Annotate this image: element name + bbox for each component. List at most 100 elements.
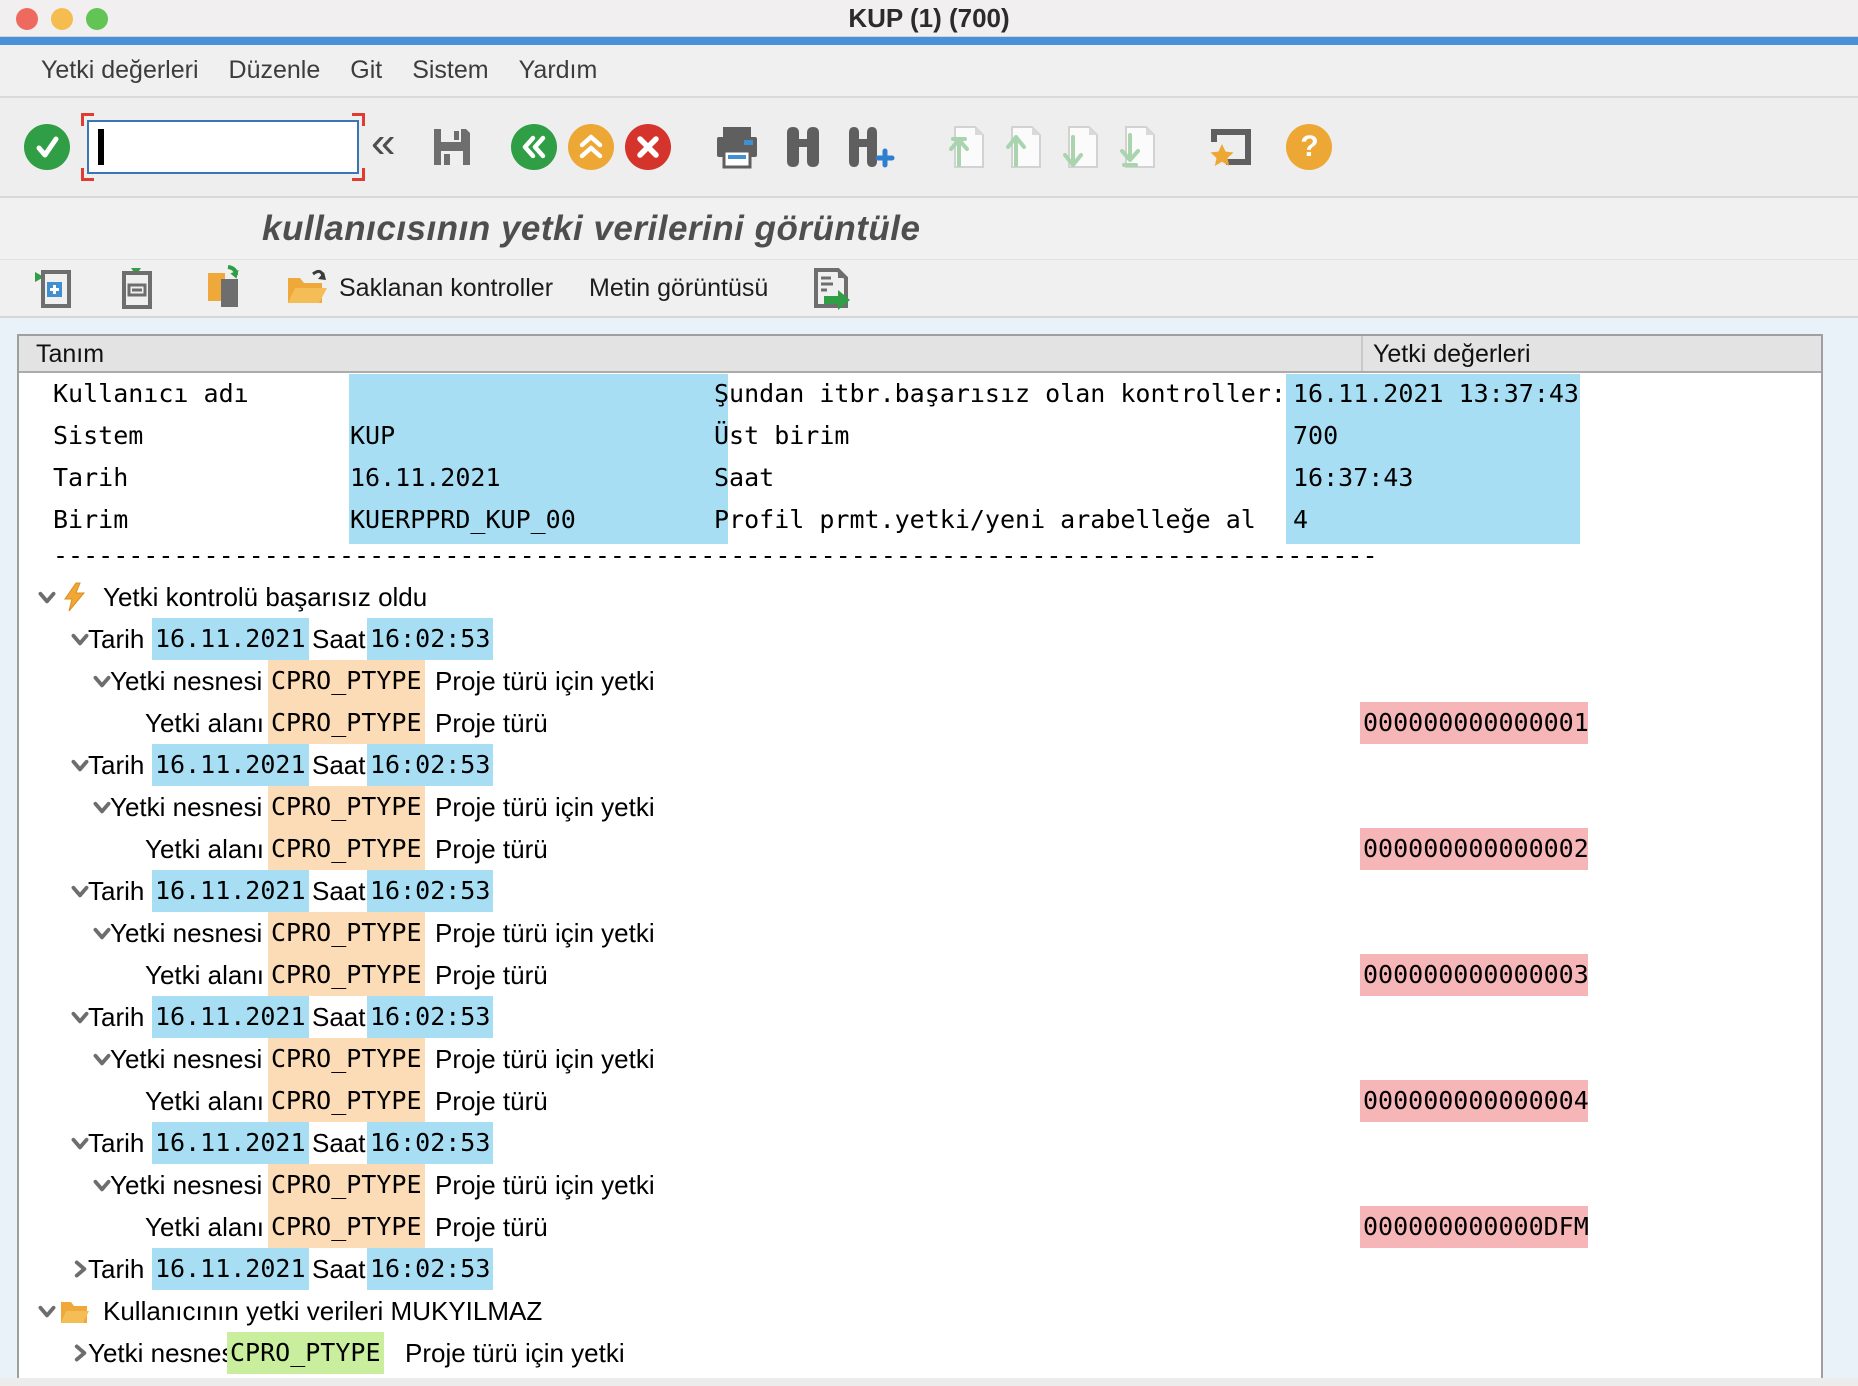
auth-object-desc: Proje türü için yetki	[435, 912, 655, 954]
screen-title: kullanıcısının yetki verilerini görüntül…	[262, 209, 920, 249]
text-view-button[interactable]: Metin görüntüsü	[589, 274, 768, 303]
menu-sistem[interactable]: Sistem	[397, 56, 503, 85]
field-corner-mark	[352, 113, 365, 126]
info-value2: 16:37:43	[1293, 457, 1413, 499]
paste-icon[interactable]	[204, 265, 244, 311]
last-page-icon[interactable]	[1112, 123, 1156, 171]
time-value: 16:02:53	[367, 618, 493, 660]
tree-node-auth-object[interactable]: Yetki nesnesi CPRO_PTYPE Proje türü için…	[19, 1164, 1821, 1206]
minimize-window-icon[interactable]	[51, 8, 73, 30]
export-icon[interactable]	[810, 266, 856, 310]
menu-yardim[interactable]: Yardım	[504, 56, 613, 85]
auth-field-value: CPRO_PTYPE	[268, 828, 425, 870]
command-field[interactable]	[87, 120, 359, 174]
tree-node-date[interactable]: Tarih 16.11.2021 Saat 16:02:53	[19, 1122, 1821, 1164]
shortcut-icon[interactable]	[1208, 124, 1254, 170]
tree-node-auth-field[interactable]: Yetki alanı CPRO_PTYPE Proje türü 000000…	[19, 828, 1821, 870]
chevron-down-icon[interactable]	[35, 585, 59, 609]
column-divider[interactable]	[1361, 336, 1363, 371]
tree-node-auth-object[interactable]: Yetki nesnesi CPRO_PTYPE Proje türü için…	[19, 1038, 1821, 1080]
auth-field-desc: Proje türü	[435, 954, 548, 996]
tree-node-user-auth-data[interactable]: Kullanıcının yetki verileri MUKYILMAZ	[19, 1290, 1821, 1332]
tree-node-auth-field[interactable]: Yetki alanı CPRO_PTYPE Proje türü 000000…	[19, 702, 1821, 744]
info-label: Sistem	[53, 415, 143, 457]
find-next-icon[interactable]	[843, 123, 895, 171]
auth-field-desc: Proje türü	[435, 702, 548, 744]
traffic-lights	[16, 8, 108, 30]
chevron-down-icon[interactable]	[35, 1299, 59, 1323]
date-label: Tarih	[88, 1122, 144, 1164]
close-window-icon[interactable]	[16, 8, 38, 30]
expand-all-icon[interactable]	[33, 266, 73, 310]
tree-node-auth-object[interactable]: Yetki nesnesi CPRO_PTYPE Proje türü için…	[19, 912, 1821, 954]
collapse-all-icon[interactable]	[117, 266, 157, 310]
tree-section-label: Yetki kontrolü başarısız oldu	[103, 576, 427, 618]
auth-object-desc: Proje türü için yetki	[435, 1038, 655, 1080]
date-label: Tarih	[88, 744, 144, 786]
grid-body: Kullanıcı adı Şundan itbr.başarısız olan…	[19, 373, 1821, 1374]
tree-node-date[interactable]: Tarih 16.11.2021 Saat 16:02:53	[19, 618, 1821, 660]
tree-node-date[interactable]: Tarih 16.11.2021 Saat 16:02:53	[19, 870, 1821, 912]
menu-git[interactable]: Git	[335, 56, 397, 85]
tree-node-date[interactable]: Tarih 16.11.2021 Saat 16:02:53	[19, 996, 1821, 1038]
date-value: 16.11.2021	[152, 744, 309, 786]
find-icon[interactable]	[779, 123, 827, 171]
window-titlebar: KUP (1) (700)	[0, 0, 1858, 37]
accent-bar	[0, 37, 1858, 45]
tree-node-date[interactable]: Tarih 16.11.2021 Saat 16:02:53	[19, 744, 1821, 786]
auth-field-value: CPRO_PTYPE	[268, 702, 425, 744]
separator-line: ----------------------------------------…	[19, 541, 1821, 576]
auth-field-desc: Proje türü	[435, 1206, 548, 1248]
help-icon[interactable]: ?	[1286, 124, 1332, 170]
menu-duzenle[interactable]: Düzenle	[214, 56, 336, 85]
tree-node-auth-field[interactable]: Yetki alanı CPRO_PTYPE Proje türü 000000…	[19, 1206, 1821, 1248]
info-row[interactable]: Sistem KUP Üst birim 700	[19, 415, 1821, 457]
auth-object-label: Yetki nesnesi	[110, 1038, 262, 1080]
date-value: 16.11.2021	[152, 870, 309, 912]
enter-icon[interactable]	[24, 124, 70, 170]
column-header-tanim[interactable]: Tanım	[36, 336, 104, 373]
auth-field-label: Yetki alanı	[145, 702, 264, 744]
time-label: Saat	[312, 996, 366, 1038]
tree-node-auth-field[interactable]: Yetki alanı CPRO_PTYPE Proje türü 000000…	[19, 954, 1821, 996]
tree-node-auth-object-collapsed[interactable]: Yetki nesnesi CPRO_PTYPE Proje türü için…	[19, 1332, 1821, 1374]
tree-node-auth-object[interactable]: Yetki nesnesi CPRO_PTYPE Proje türü için…	[19, 660, 1821, 702]
collapse-command-field-icon[interactable]: «	[371, 118, 395, 168]
info-row[interactable]: Birim KUERPPRD_KUP_00 Profil prmt.yetki/…	[19, 499, 1821, 541]
info-label: Birim	[53, 499, 128, 541]
auth-object-desc: Proje türü için yetki	[435, 786, 655, 828]
tree-node-auth-object[interactable]: Yetki nesnesi CPRO_PTYPE Proje türü için…	[19, 786, 1821, 828]
menu-yetki-degerleri[interactable]: Yetki değerleri	[26, 56, 214, 85]
save-icon[interactable]	[429, 124, 475, 170]
content-background: Tanım Yetki değerleri Kullanıcı adı Şund…	[0, 318, 1858, 1378]
column-header-yetki-degerleri[interactable]: Yetki değerleri	[1373, 336, 1531, 373]
folder-icon	[59, 1296, 89, 1326]
first-page-icon[interactable]	[941, 123, 985, 171]
menu-bar: Yetki değerleri Düzenle Git Sistem Yardı…	[0, 45, 1858, 98]
auth-object-value: CPRO_PTYPE	[268, 660, 425, 702]
tree-node-failed-checks[interactable]: Yetki kontrolü başarısız oldu	[19, 576, 1821, 618]
info-row[interactable]: Kullanıcı adı Şundan itbr.başarısız olan…	[19, 373, 1821, 415]
cancel-icon[interactable]	[625, 124, 671, 170]
application-toolbar: Saklanan kontroller Metin görüntüsü	[0, 260, 1858, 318]
window-title: KUP (1) (700)	[848, 3, 1009, 34]
tree-node-auth-field[interactable]: Yetki alanı CPRO_PTYPE Proje türü 000000…	[19, 1080, 1821, 1122]
checked-value: 000000000000DFM	[1360, 1206, 1588, 1248]
back-icon[interactable]	[511, 124, 557, 170]
exit-icon[interactable]	[568, 124, 614, 170]
lightning-icon	[59, 582, 89, 612]
info-label2: Saat	[714, 457, 774, 499]
print-icon[interactable]	[713, 124, 761, 170]
info-row[interactable]: Tarih 16.11.2021 Saat 16:37:43	[19, 457, 1821, 499]
saved-checks-button[interactable]: Saklanan kontroller	[285, 266, 553, 310]
maximize-window-icon[interactable]	[86, 8, 108, 30]
info-label2: Şundan itbr.başarısız olan kontroller:	[714, 373, 1286, 415]
tree-node-date-collapsed[interactable]: Tarih 16.11.2021 Saat 16:02:53	[19, 1248, 1821, 1290]
field-corner-mark	[81, 168, 94, 181]
failed-check-groups: Tarih 16.11.2021 Saat 16:02:53 Yetki nes…	[19, 618, 1821, 1248]
text-view-label: Metin görüntüsü	[589, 274, 768, 303]
next-page-icon[interactable]	[1055, 123, 1099, 171]
auth-data-grid: Tanım Yetki değerleri Kullanıcı adı Şund…	[17, 334, 1823, 1378]
info-label: Kullanıcı adı	[53, 373, 249, 415]
previous-page-icon[interactable]	[998, 123, 1042, 171]
